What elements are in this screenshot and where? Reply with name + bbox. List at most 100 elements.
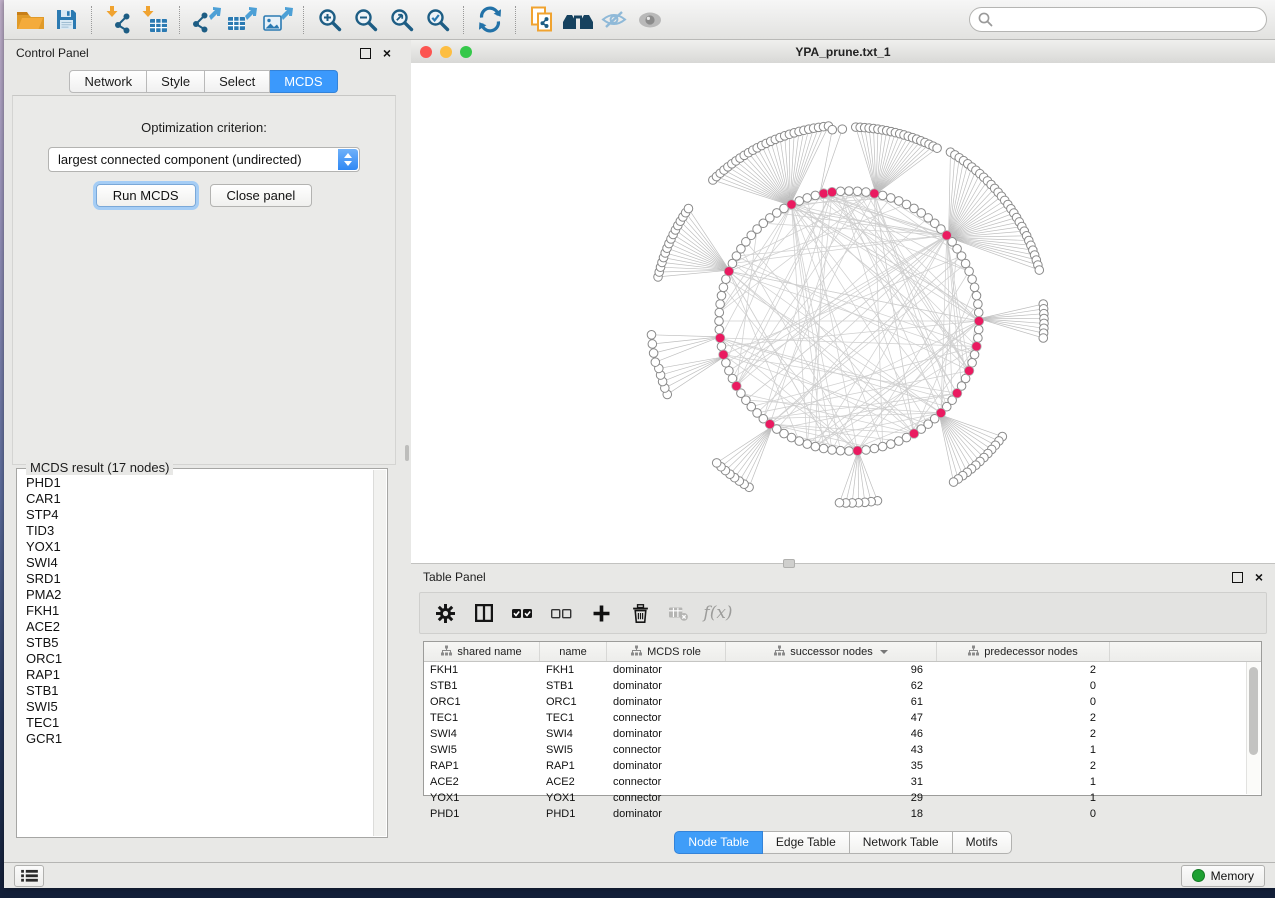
- cell-shared-name[interactable]: SWI5: [424, 742, 540, 758]
- mcds-list-scrollbar[interactable]: [373, 470, 386, 836]
- mcds-result-item[interactable]: TEC1: [26, 715, 374, 731]
- float-panel-icon[interactable]: [360, 48, 371, 59]
- mcds-result-item[interactable]: RAP1: [26, 667, 374, 683]
- cell-name[interactable]: SWI4: [540, 726, 607, 742]
- network-window-titlebar[interactable]: YPA_prune.txt_1: [411, 40, 1275, 64]
- table-row[interactable]: RAP1RAP1dominator352: [424, 758, 1261, 774]
- cell-shared-name[interactable]: FKH1: [424, 662, 540, 678]
- cell-predecessor-nodes[interactable]: 2: [937, 726, 1110, 742]
- mcds-result-item[interactable]: CAR1: [26, 491, 374, 507]
- cell-successor-nodes[interactable]: 29: [726, 790, 937, 806]
- cell-mcds-role[interactable]: dominator: [607, 726, 726, 742]
- hide-selected-icon[interactable]: [596, 4, 632, 36]
- zoom-in-icon[interactable]: [312, 4, 348, 36]
- cell-mcds-role[interactable]: dominator: [607, 758, 726, 774]
- tab-mcds[interactable]: MCDS: [270, 70, 337, 93]
- cell-successor-nodes[interactable]: 31: [726, 774, 937, 790]
- column-header-shared-name[interactable]: shared name: [424, 642, 540, 661]
- import-table-icon[interactable]: [136, 4, 172, 36]
- mcds-result-item[interactable]: ORC1: [26, 651, 374, 667]
- mcds-result-item[interactable]: YOX1: [26, 539, 374, 555]
- cell-name[interactable]: SWI5: [540, 742, 607, 758]
- table-body[interactable]: FKH1FKH1dominator962STB1STB1dominator620…: [424, 662, 1261, 822]
- open-file-icon[interactable]: [12, 4, 48, 36]
- cell-name[interactable]: ORC1: [540, 694, 607, 710]
- mcds-result-item[interactable]: GCR1: [26, 731, 374, 747]
- mcds-result-item[interactable]: STP4: [26, 507, 374, 523]
- table-scrollbar[interactable]: [1246, 662, 1260, 794]
- table-row[interactable]: SWI5SWI5connector431: [424, 742, 1261, 758]
- mcds-result-item[interactable]: TID3: [26, 523, 374, 539]
- mcds-result-item[interactable]: FKH1: [26, 603, 374, 619]
- cell-shared-name[interactable]: PHD1: [424, 806, 540, 822]
- table-row[interactable]: ACE2ACE2connector311: [424, 774, 1261, 790]
- mcds-result-item[interactable]: PHD1: [26, 475, 374, 491]
- cell-predecessor-nodes[interactable]: 0: [937, 678, 1110, 694]
- cell-mcds-role[interactable]: connector: [607, 774, 726, 790]
- cell-successor-nodes[interactable]: 35: [726, 758, 937, 774]
- cell-shared-name[interactable]: TEC1: [424, 710, 540, 726]
- cell-successor-nodes[interactable]: 46: [726, 726, 937, 742]
- table-settings-icon[interactable]: [434, 602, 456, 624]
- cell-name[interactable]: RAP1: [540, 758, 607, 774]
- cell-predecessor-nodes[interactable]: 1: [937, 790, 1110, 806]
- cell-name[interactable]: STB1: [540, 678, 607, 694]
- cell-predecessor-nodes[interactable]: 2: [937, 758, 1110, 774]
- import-network-icon[interactable]: [100, 4, 136, 36]
- search-network-icon[interactable]: [560, 4, 596, 36]
- cell-predecessor-nodes[interactable]: 1: [937, 774, 1110, 790]
- run-mcds-button[interactable]: Run MCDS: [96, 184, 196, 207]
- cell-successor-nodes[interactable]: 18: [726, 806, 937, 822]
- table-row[interactable]: YOX1YOX1connector291: [424, 790, 1261, 806]
- table-row[interactable]: ORC1ORC1dominator610: [424, 694, 1261, 710]
- horizontal-splitter-grip[interactable]: [783, 559, 795, 568]
- export-network-icon[interactable]: [188, 4, 224, 36]
- float-table-panel-icon[interactable]: [1232, 572, 1243, 583]
- tab-network[interactable]: Network: [69, 70, 147, 93]
- cell-shared-name[interactable]: RAP1: [424, 758, 540, 774]
- cell-predecessor-nodes[interactable]: 2: [937, 662, 1110, 678]
- toggle-panel-layout-icon[interactable]: [473, 602, 495, 624]
- vertical-splitter[interactable]: [403, 40, 411, 862]
- cell-name[interactable]: ACE2: [540, 774, 607, 790]
- table-row[interactable]: FKH1FKH1dominator962: [424, 662, 1261, 678]
- table-scrollbar-thumb[interactable]: [1249, 667, 1258, 755]
- cell-shared-name[interactable]: YOX1: [424, 790, 540, 806]
- close-panel-button[interactable]: Close panel: [210, 184, 313, 207]
- criterion-dropdown[interactable]: largest connected component (undirected): [48, 147, 360, 172]
- cell-shared-name[interactable]: STB1: [424, 678, 540, 694]
- mcds-result-item[interactable]: PMA2: [26, 587, 374, 603]
- cell-mcds-role[interactable]: dominator: [607, 694, 726, 710]
- cell-predecessor-nodes[interactable]: 2: [937, 710, 1110, 726]
- tab-edge-table[interactable]: Edge Table: [763, 831, 850, 854]
- delete-columns-icon[interactable]: [629, 602, 651, 624]
- cell-mcds-role[interactable]: dominator: [607, 678, 726, 694]
- cell-successor-nodes[interactable]: 61: [726, 694, 937, 710]
- select-all-rows-icon[interactable]: [512, 602, 534, 624]
- cell-mcds-role[interactable]: dominator: [607, 662, 726, 678]
- cell-successor-nodes[interactable]: 47: [726, 710, 937, 726]
- cell-predecessor-nodes[interactable]: 0: [937, 806, 1110, 822]
- refresh-view-icon[interactable]: [472, 4, 508, 36]
- close-panel-icon[interactable]: ×: [383, 46, 391, 60]
- export-image-icon[interactable]: [260, 4, 296, 36]
- cell-shared-name[interactable]: ORC1: [424, 694, 540, 710]
- table-row[interactable]: PHD1PHD1dominator180: [424, 806, 1261, 822]
- memory-button[interactable]: Memory: [1181, 865, 1265, 887]
- create-column-icon[interactable]: [590, 602, 612, 624]
- network-canvas[interactable]: [411, 63, 1275, 563]
- save-session-icon[interactable]: [48, 4, 84, 36]
- cell-mcds-role[interactable]: dominator: [607, 806, 726, 822]
- cell-name[interactable]: YOX1: [540, 790, 607, 806]
- cell-shared-name[interactable]: SWI4: [424, 726, 540, 742]
- cell-shared-name[interactable]: ACE2: [424, 774, 540, 790]
- mcds-result-item[interactable]: STB1: [26, 683, 374, 699]
- mcds-result-item[interactable]: STB5: [26, 635, 374, 651]
- tab-style[interactable]: Style: [147, 70, 205, 93]
- zoom-selected-icon[interactable]: [420, 4, 456, 36]
- tab-motifs[interactable]: Motifs: [953, 831, 1012, 854]
- cell-mcds-role[interactable]: connector: [607, 742, 726, 758]
- mcds-result-item[interactable]: ACE2: [26, 619, 374, 635]
- show-all-icon[interactable]: [632, 4, 668, 36]
- cell-successor-nodes[interactable]: 96: [726, 662, 937, 678]
